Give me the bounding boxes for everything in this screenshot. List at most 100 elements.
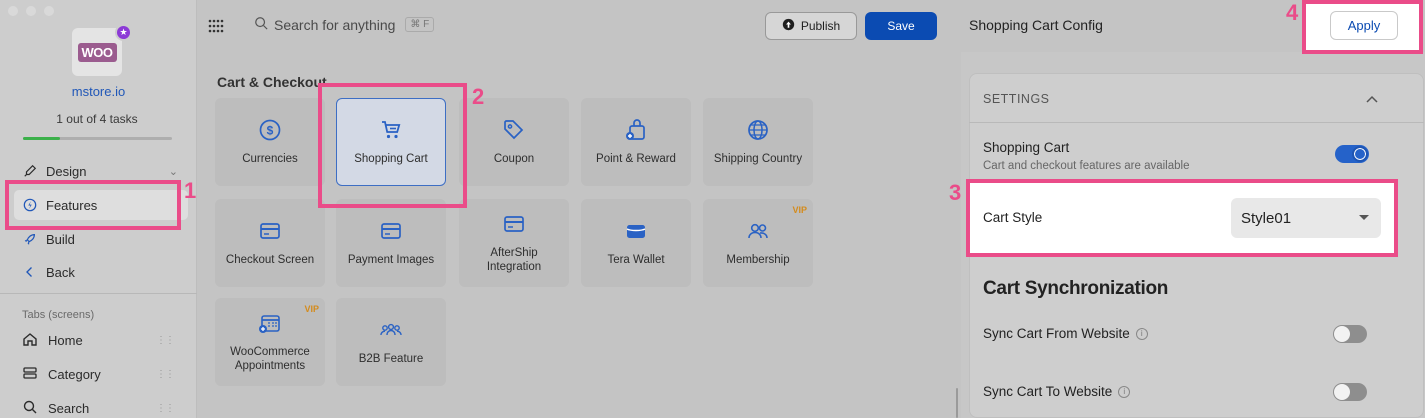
search-placeholder: Search for anything xyxy=(274,16,396,33)
step-number-2: 2 xyxy=(472,84,485,109)
panel-title: Shopping Cart Config xyxy=(969,17,1103,33)
nav-back[interactable]: Back xyxy=(14,257,188,287)
scrollbar[interactable] xyxy=(956,388,958,418)
sync-from-label: Sync Cart From Website xyxy=(983,326,1130,341)
toggle-knob xyxy=(1352,146,1368,162)
wallet-icon xyxy=(626,225,646,238)
card-label: B2B Feature xyxy=(358,353,424,365)
feature-card-currencies[interactable]: $ Currencies xyxy=(215,98,325,186)
svg-text:$: $ xyxy=(267,124,274,138)
card-label: Payment Images xyxy=(347,254,435,266)
tabs-section-label: Tabs (screens) xyxy=(22,309,95,321)
card-label: Membership xyxy=(726,254,790,266)
feature-card-payment-images[interactable]: Payment Images xyxy=(336,199,446,287)
apps-grid-icon[interactable] xyxy=(208,18,224,34)
feature-card-woocommerce-appointments[interactable]: VIP WooCommerce Appointments xyxy=(215,298,325,386)
toggle-knob xyxy=(1334,326,1350,342)
card-label: Tera Wallet xyxy=(607,254,665,266)
list-icon xyxy=(22,365,38,384)
maximize-window-icon[interactable] xyxy=(44,6,54,16)
brush-icon xyxy=(22,163,38,179)
info-icon[interactable]: i xyxy=(1118,385,1131,398)
card-label: Shipping Country xyxy=(713,153,803,165)
tab-home-label: Home xyxy=(48,332,83,348)
shopping-cart-option-subtitle: Cart and checkout features are available xyxy=(983,160,1190,172)
search-shortcut: ⌘ F xyxy=(405,17,435,32)
step-number-3: 3 xyxy=(949,180,962,205)
publish-icon xyxy=(782,18,795,34)
group-icon xyxy=(380,323,402,336)
tag-icon xyxy=(504,120,524,140)
tab-search-label: Search xyxy=(48,400,90,416)
nav-design-label: Design xyxy=(46,163,87,179)
credit-card-icon xyxy=(260,223,280,239)
close-window-icon[interactable] xyxy=(8,6,18,16)
settings-divider xyxy=(969,122,1424,123)
nav-build-label: Build xyxy=(46,231,75,247)
highlight-features xyxy=(5,180,181,230)
search-icon xyxy=(254,16,268,33)
tab-search[interactable]: Search ⋮⋮ xyxy=(14,394,184,418)
feature-card-b2b-feature[interactable]: B2B Feature xyxy=(336,298,446,386)
card-label: AfterShip Integration xyxy=(486,247,542,273)
shopping-cart-toggle[interactable] xyxy=(1335,145,1369,163)
feature-card-coupon[interactable]: Coupon xyxy=(459,98,569,186)
store-name[interactable]: mstore.io xyxy=(0,84,197,99)
feature-card-point-reward[interactable]: Point & Reward xyxy=(581,98,691,186)
sync-to-toggle[interactable] xyxy=(1333,383,1367,401)
sync-to-label: Sync Cart To Website xyxy=(983,384,1113,399)
feature-card-shipping-country[interactable]: Shipping Country xyxy=(703,98,813,186)
feature-card-tera-wallet[interactable]: Tera Wallet xyxy=(581,199,691,287)
drag-handle-icon[interactable]: ⋮⋮ xyxy=(156,335,175,346)
chevron-up-icon[interactable] xyxy=(1366,92,1378,106)
card-label: Checkout Screen xyxy=(225,254,315,266)
sidebar-divider xyxy=(0,293,197,294)
card-label: WooCommerce Appointments xyxy=(230,346,310,372)
save-button[interactable]: Save xyxy=(865,12,937,40)
minimize-window-icon[interactable] xyxy=(26,6,36,16)
credit-card-icon xyxy=(381,223,401,239)
sync-from-toggle[interactable] xyxy=(1333,325,1367,343)
chevron-left-icon xyxy=(22,264,38,280)
card-label: Coupon xyxy=(493,153,535,165)
window-controls xyxy=(8,6,54,16)
apply-button[interactable]: Apply xyxy=(1330,11,1398,40)
home-icon xyxy=(22,331,38,350)
settings-header[interactable]: SETTINGS xyxy=(983,92,1050,106)
vip-badge: VIP xyxy=(792,205,807,215)
tasks-progress-text[interactable]: 1 out of 4 tasks xyxy=(0,112,194,126)
publish-label: Publish xyxy=(800,19,841,33)
sync-from-row: Sync Cart From Website i xyxy=(983,326,1148,341)
search-input[interactable]: Search for anything ⌘ F xyxy=(254,16,435,33)
dollar-icon: $ xyxy=(259,119,281,141)
vip-badge: VIP xyxy=(304,304,319,314)
tab-category-label: Category xyxy=(48,366,101,382)
drag-handle-icon[interactable]: ⋮⋮ xyxy=(156,403,175,414)
nav-back-label: Back xyxy=(46,264,75,280)
drag-handle-icon[interactable]: ⋮⋮ xyxy=(156,369,175,380)
cart-sync-heading: Cart Synchronization xyxy=(983,278,1169,299)
step-number-1: 1 xyxy=(184,178,197,203)
feature-card-aftership-integration[interactable]: AfterShip Integration xyxy=(459,199,569,287)
feature-card-checkout-screen[interactable]: Checkout Screen xyxy=(215,199,325,287)
premium-star-icon: ★ xyxy=(115,24,132,41)
gift-bag-icon xyxy=(626,119,645,140)
info-icon[interactable]: i xyxy=(1135,327,1148,340)
credit-card-icon xyxy=(504,216,524,232)
publish-button[interactable]: Publish xyxy=(765,12,857,40)
card-label: Point & Reward xyxy=(596,153,676,165)
section-title: Cart & Checkout xyxy=(217,74,327,90)
step-number-4: 4 xyxy=(1286,0,1299,25)
tab-home[interactable]: Home ⋮⋮ xyxy=(14,326,184,354)
tab-category[interactable]: Category ⋮⋮ xyxy=(14,360,184,388)
shopping-cart-option-title: Shopping Cart xyxy=(983,140,1070,155)
users-icon xyxy=(748,223,768,239)
toggle-knob xyxy=(1334,384,1350,400)
feature-card-membership[interactable]: VIP Membership xyxy=(703,199,813,287)
chevron-down-icon: ⌄ xyxy=(168,165,178,178)
woo-logo-icon: WOO xyxy=(77,42,117,62)
search-icon xyxy=(22,399,38,418)
highlight-cart-style xyxy=(966,179,1398,257)
tasks-progress-bar xyxy=(23,137,172,140)
sync-to-row: Sync Cart To Website i xyxy=(983,384,1131,399)
